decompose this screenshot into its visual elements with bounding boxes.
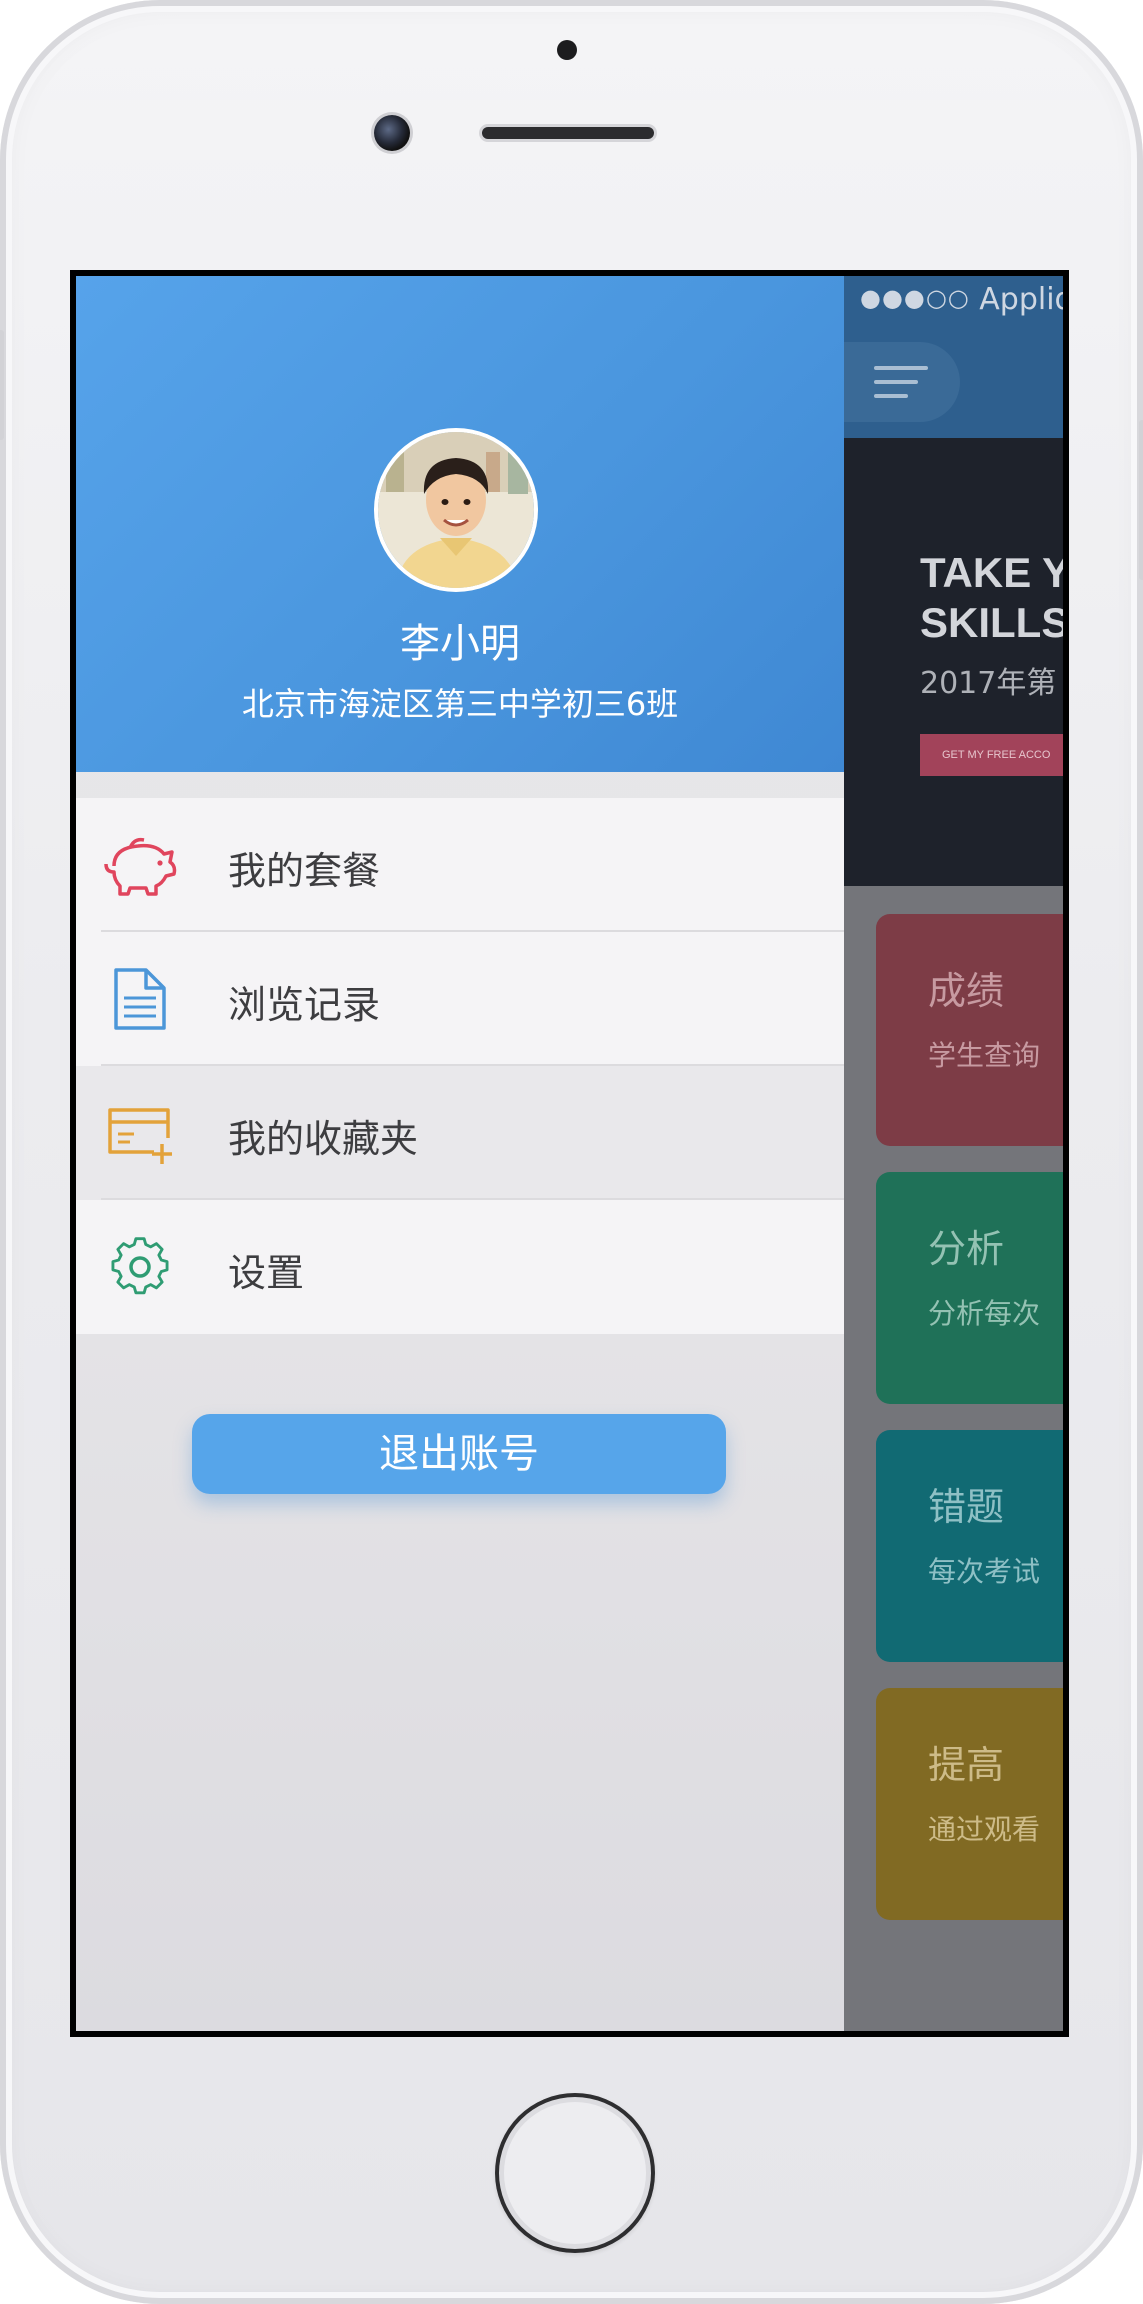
feature-card-improve[interactable]: 提高 通过观看 bbox=[876, 1688, 1063, 1920]
hero-subtitle: 2017年第 bbox=[920, 666, 1057, 701]
feature-card-scores[interactable]: 成绩 学生查询 bbox=[876, 914, 1063, 1146]
gear-icon bbox=[100, 1232, 180, 1302]
avatar[interactable] bbox=[378, 432, 534, 588]
side-drawer: 李小明 北京市海淀区第三中学初三6班 我的套餐 浏览记录 我的收藏夹 设置 退出… bbox=[76, 276, 844, 2031]
user-name: 李小明 bbox=[400, 621, 520, 667]
volume-button bbox=[0, 330, 4, 440]
card-title: 提高 bbox=[928, 1743, 1005, 1787]
menu-item-label: 设置 bbox=[228, 1251, 305, 1295]
menu-item-favorites[interactable]: 我的收藏夹 bbox=[76, 1066, 844, 1200]
piggy-bank-icon bbox=[100, 830, 180, 900]
front-camera bbox=[374, 115, 410, 151]
signal-icon: ●●●○○ bbox=[860, 284, 970, 312]
home-button[interactable] bbox=[495, 2093, 655, 2253]
menu-item-label: 我的收藏夹 bbox=[228, 1117, 419, 1161]
phone-screen: ●●●○○ Applid TAKE Y SKILLS 2017年第 GET MY… bbox=[70, 270, 1069, 2037]
card-subtitle: 每次考试 bbox=[928, 1555, 1041, 1588]
card-subtitle: 学生查询 bbox=[928, 1039, 1041, 1072]
card-title: 成绩 bbox=[928, 969, 1005, 1013]
hero-cta-button[interactable]: GET MY FREE ACCO bbox=[920, 734, 1063, 776]
power-button bbox=[1139, 420, 1143, 580]
card-subtitle: 通过观看 bbox=[928, 1813, 1041, 1846]
drawer-menu: 我的套餐 浏览记录 我的收藏夹 设置 bbox=[76, 798, 844, 1334]
status-bar: ●●●○○ Applid bbox=[860, 282, 1063, 317]
card-title: 分析 bbox=[928, 1227, 1005, 1271]
feature-card-analysis[interactable]: 分析 分析每次 bbox=[876, 1172, 1063, 1404]
menu-item-label: 浏览记录 bbox=[228, 983, 381, 1027]
hero-title: TAKE Y SKILLS bbox=[920, 549, 1063, 646]
menu-item-settings[interactable]: 设置 bbox=[76, 1200, 844, 1334]
hamburger-menu-icon[interactable] bbox=[844, 342, 960, 422]
proximity-sensor bbox=[557, 40, 577, 60]
earpiece-speaker bbox=[482, 127, 654, 139]
card-add-icon bbox=[100, 1098, 180, 1168]
menu-item-label: 我的套餐 bbox=[228, 849, 381, 893]
screen-content: ●●●○○ Applid TAKE Y SKILLS 2017年第 GET MY… bbox=[76, 276, 1063, 2031]
document-icon bbox=[100, 964, 180, 1034]
phone-frame: ●●●○○ Applid TAKE Y SKILLS 2017年第 GET MY… bbox=[0, 0, 1143, 2304]
menu-item-my-plan[interactable]: 我的套餐 bbox=[76, 798, 844, 932]
main-app-header: ●●●○○ Applid bbox=[844, 276, 1063, 438]
card-title: 错题 bbox=[928, 1485, 1005, 1529]
hero-banner: TAKE Y SKILLS 2017年第 GET MY FREE ACCO bbox=[844, 438, 1063, 886]
profile-header: 李小明 北京市海淀区第三中学初三6班 bbox=[76, 276, 844, 772]
menu-item-history[interactable]: 浏览记录 bbox=[76, 932, 844, 1066]
carrier-name: Applid bbox=[979, 282, 1063, 317]
main-app-overlay[interactable]: ●●●○○ Applid TAKE Y SKILLS 2017年第 GET MY… bbox=[844, 276, 1063, 2031]
user-class: 北京市海淀区第三中学初三6班 bbox=[241, 685, 679, 723]
feature-card-mistakes[interactable]: 错题 每次考试 bbox=[876, 1430, 1063, 1662]
card-subtitle: 分析每次 bbox=[928, 1297, 1041, 1330]
logout-button[interactable]: 退出账号 bbox=[192, 1414, 726, 1494]
